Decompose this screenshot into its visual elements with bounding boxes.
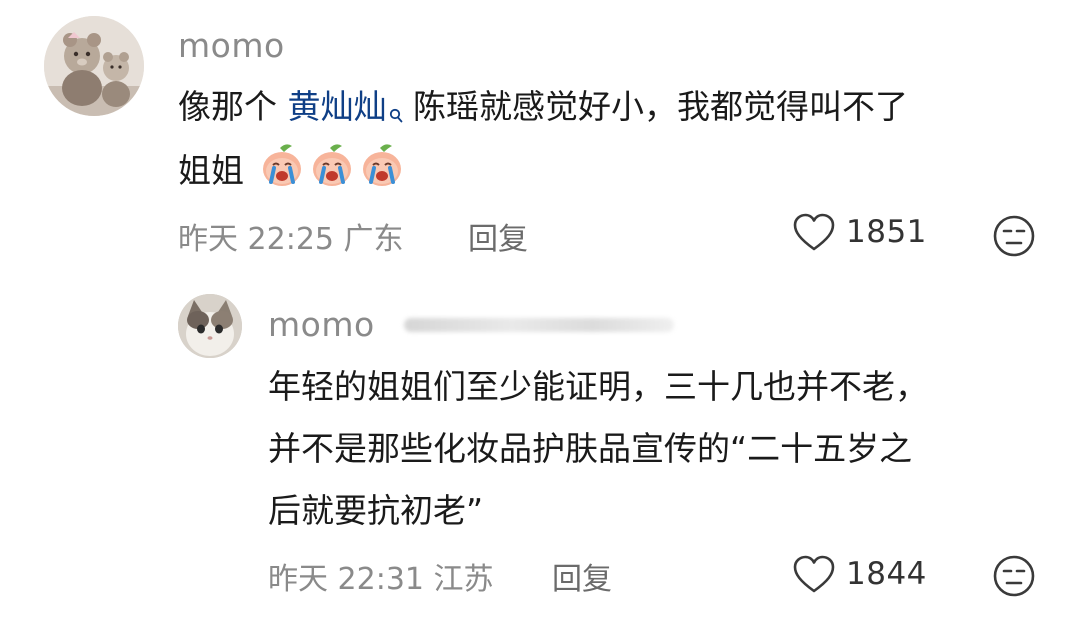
- comment-text: 像那个 黄灿灿 陈瑶就感觉好小，我都觉得叫不了: [178, 80, 908, 139]
- comment-text-segment: 姐姐: [178, 151, 244, 190]
- unamused-face-icon: [993, 215, 1035, 257]
- dislike-button[interactable]: [992, 554, 1036, 602]
- comment-text: 年轻的姐姐们至少能证明，三十几也并不老，: [268, 367, 928, 406]
- crying-peach-emoji: [309, 142, 355, 203]
- comment-location: 江苏: [433, 562, 494, 597]
- unamused-face-icon: [993, 555, 1035, 597]
- reply-button[interactable]: 回复: [468, 214, 528, 258]
- comment-location: 广东: [343, 222, 404, 257]
- crying-peach-emoji: [259, 142, 305, 203]
- avatar[interactable]: [44, 16, 144, 116]
- teddy-bear-avatar-image: [44, 16, 144, 116]
- like-button[interactable]: 1851: [792, 212, 927, 252]
- reply-button[interactable]: 回复: [552, 554, 612, 598]
- crying-peach-emoji: [359, 142, 405, 203]
- heart-icon: [793, 213, 835, 251]
- comment-text-line-3: 后就要抗初老”: [268, 491, 484, 530]
- like-count: 1844: [846, 556, 927, 592]
- heart-icon: [793, 555, 835, 593]
- comment-meta: 昨天 22:31 江苏: [268, 554, 494, 598]
- comment-username[interactable]: momo: [178, 26, 285, 65]
- dislike-button[interactable]: [992, 214, 1036, 262]
- comment-text-segment: 像那个: [178, 87, 288, 126]
- comment-thread: momo 像那个 黄灿灿 陈瑶就感觉好小，我都觉得叫不了 姐姐 昨天 22:25…: [0, 0, 1080, 626]
- comment-text-segment: 陈瑶就感觉好小，我都觉得叫不了: [402, 87, 908, 126]
- blurred-badge: [404, 318, 674, 332]
- cat-avatar-image: [178, 294, 242, 358]
- comment-time: 昨天 22:31: [268, 562, 424, 597]
- like-button[interactable]: 1844: [792, 554, 927, 594]
- like-count: 1851: [846, 214, 927, 250]
- comment-meta: 昨天 22:25 广东: [178, 214, 404, 258]
- mention-link[interactable]: 黄灿灿: [288, 87, 387, 126]
- comment-text-line-2: 姐姐: [178, 142, 405, 203]
- search-icon[interactable]: [389, 86, 403, 139]
- comment-username[interactable]: momo: [268, 305, 375, 344]
- comment-text-line-2: 并不是那些化妆品护肤品宣传的“二十五岁之: [268, 429, 913, 468]
- avatar[interactable]: [178, 294, 242, 358]
- comment-time: 昨天 22:25: [178, 222, 334, 257]
